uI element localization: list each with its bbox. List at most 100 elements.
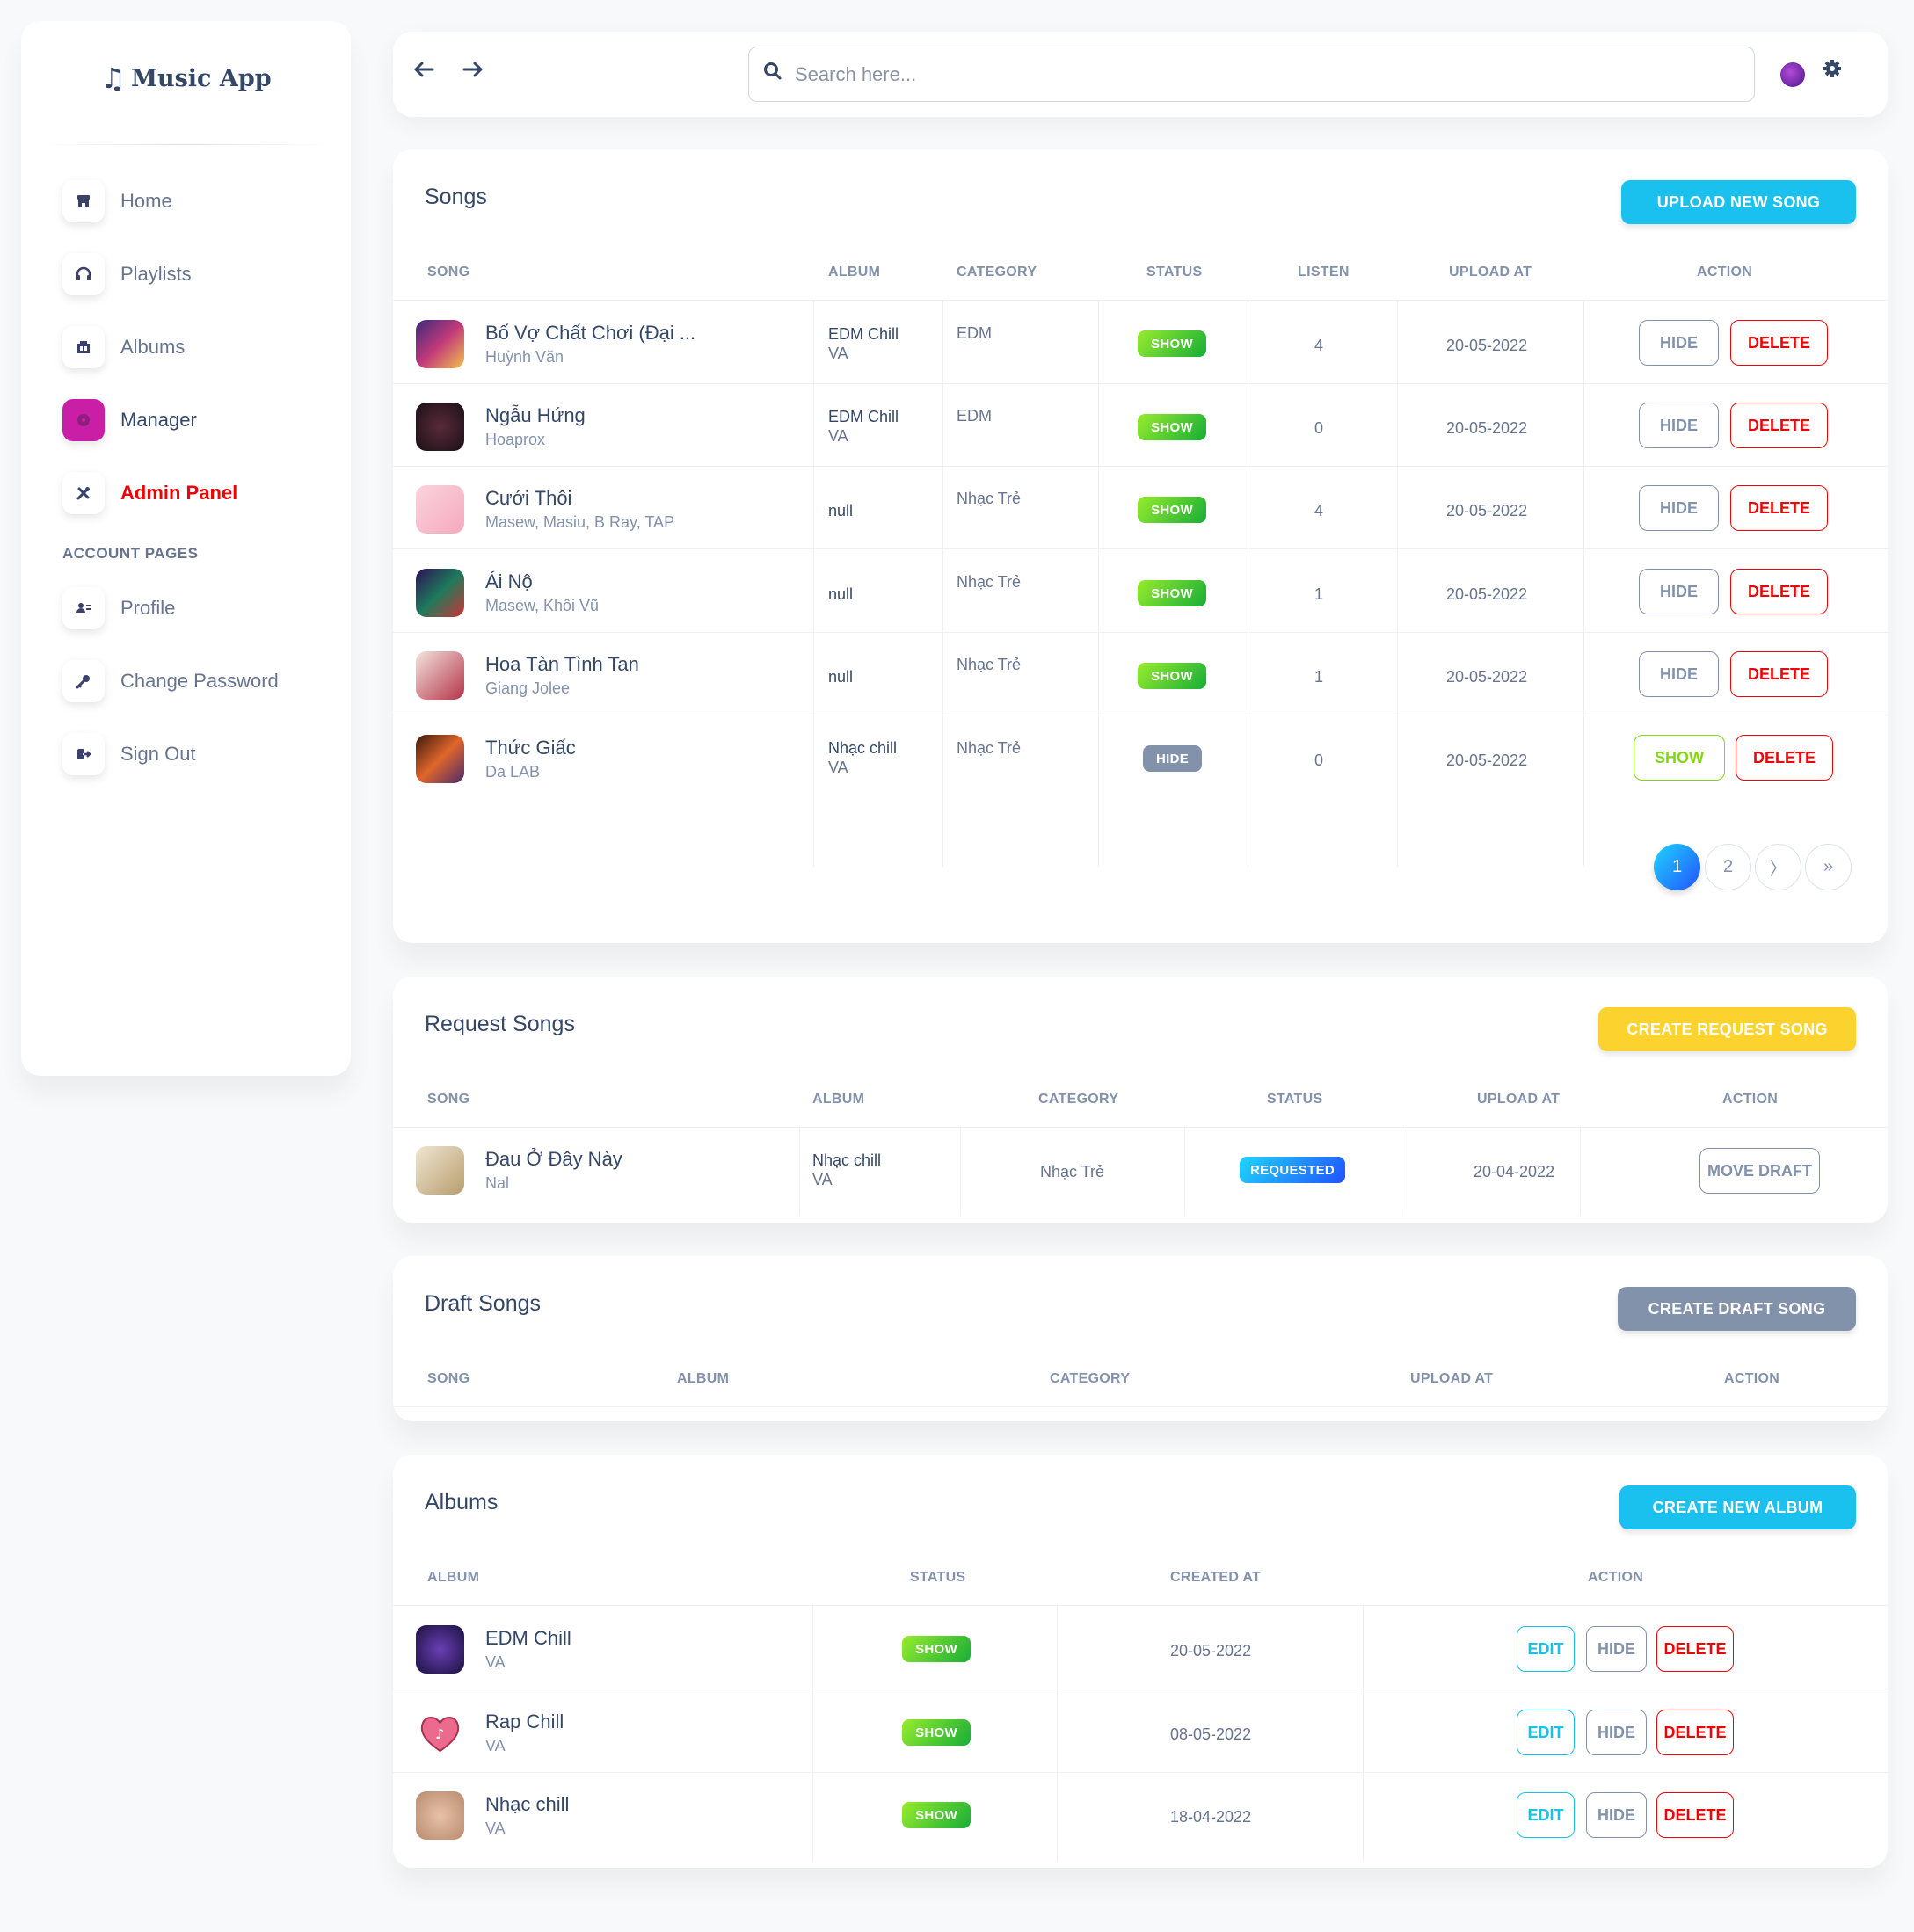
delete-button[interactable]: DELETE (1656, 1792, 1734, 1838)
column-header: SONG (427, 1371, 470, 1386)
delete-button[interactable]: DELETE (1656, 1626, 1734, 1672)
sidebar-item-playlists[interactable]: Playlists (21, 237, 351, 310)
hide-button[interactable]: HIDE (1586, 1710, 1647, 1755)
hide-button[interactable]: HIDE (1639, 485, 1719, 531)
album-icon (62, 325, 105, 368)
status-badge: SHOW (902, 1802, 971, 1828)
search-input[interactable] (795, 62, 1687, 86)
sidebar-item-label: Admin Panel (120, 481, 238, 504)
avatar[interactable] (1780, 62, 1805, 87)
column-header: UPLOAD AT (1449, 265, 1532, 280)
album-title[interactable]: Rap Chill (485, 1710, 564, 1733)
upload-date: 20-05-2022 (1446, 419, 1528, 437)
album-name: EDM Chill (828, 325, 899, 343)
show-button[interactable]: SHOW (1634, 735, 1725, 781)
column-separator (799, 1128, 800, 1216)
column-header: LISTEN (1298, 265, 1350, 280)
headphones-icon (62, 252, 105, 295)
song-title[interactable]: Cưới Thôi (485, 487, 571, 510)
hide-button[interactable]: HIDE (1639, 569, 1719, 614)
album-artist: VA (485, 1653, 506, 1671)
delete-button[interactable]: DELETE (1656, 1710, 1734, 1755)
album-name: null (828, 502, 854, 519)
song-title[interactable]: Đau Ở Đây Này (485, 1148, 622, 1171)
delete-button[interactable]: DELETE (1736, 735, 1833, 781)
topbar (393, 32, 1888, 117)
profile-icon (62, 586, 105, 629)
key-icon (62, 659, 105, 702)
sidebar-item-manager[interactable]: Manager (21, 383, 351, 456)
album-cover (416, 1791, 464, 1840)
listen-count: 0 (1314, 419, 1324, 437)
sidebar-item-admin-panel[interactable]: Admin Panel (21, 456, 351, 529)
song-title[interactable]: Hoa Tàn Tình Tan (485, 653, 639, 676)
delete-button[interactable]: DELETE (1730, 320, 1828, 366)
status-badge: SHOW (1138, 414, 1206, 440)
column-separator (1580, 1128, 1581, 1216)
shop-icon (62, 179, 105, 222)
sidebar-item-home[interactable]: Home (21, 164, 351, 237)
song-title[interactable]: Thức Giấc (485, 737, 576, 759)
album-title[interactable]: EDM Chill (485, 1627, 571, 1650)
hide-button[interactable]: HIDE (1639, 320, 1719, 366)
album-artist: VA (812, 1171, 833, 1188)
album-name: null (828, 668, 854, 686)
move-draft-button[interactable]: MOVE DRAFT (1699, 1148, 1820, 1194)
edit-button[interactable]: EDIT (1517, 1792, 1575, 1838)
album-title[interactable]: Nhạc chill (485, 1793, 569, 1816)
upload-date: 20-05-2022 (1446, 752, 1528, 769)
hide-button[interactable]: HIDE (1586, 1626, 1647, 1672)
page-2-button[interactable]: 2 (1705, 844, 1751, 890)
edit-button[interactable]: EDIT (1517, 1710, 1575, 1755)
column-header: CATEGORY (1038, 1092, 1119, 1107)
column-header: ALBUM (427, 1570, 480, 1585)
song-title[interactable]: Ái Nộ (485, 570, 533, 593)
create-request-song-button[interactable]: CREATE REQUEST SONG (1598, 1007, 1856, 1051)
song-title[interactable]: Ngẫu Hứng (485, 404, 586, 427)
last-page-button[interactable]: » (1805, 844, 1852, 890)
upload-new-song-button[interactable]: UPLOAD NEW SONG (1621, 180, 1856, 224)
category: EDM (957, 407, 992, 425)
column-header: CREATED AT (1170, 1570, 1262, 1585)
search-box[interactable] (748, 47, 1755, 102)
delete-button[interactable]: DELETE (1730, 651, 1828, 697)
delete-button[interactable]: DELETE (1730, 569, 1828, 614)
sidebar-item-profile[interactable]: Profile (21, 571, 351, 644)
page-1-button[interactable]: 1 (1654, 844, 1700, 890)
upload-date: 20-05-2022 (1446, 502, 1528, 519)
brand[interactable]: ♫ Music App (21, 21, 351, 135)
delete-button[interactable]: DELETE (1730, 485, 1828, 531)
sidebar-item-label: Manager (120, 408, 197, 431)
hide-button[interactable]: HIDE (1639, 651, 1719, 697)
category: Nhạc Trẻ (957, 656, 1022, 673)
song-artist: Giang Jolee (485, 679, 571, 697)
svg-text:♪: ♪ (435, 1725, 444, 1742)
status-badge: REQUESTED (1240, 1157, 1345, 1183)
hide-button[interactable]: HIDE (1639, 403, 1719, 448)
create-new-album-button[interactable]: CREATE NEW ALBUM (1619, 1485, 1856, 1529)
song-cover (416, 651, 464, 700)
edit-button[interactable]: EDIT (1517, 1626, 1575, 1672)
listen-count: 4 (1314, 502, 1324, 519)
hide-button[interactable]: HIDE (1586, 1792, 1647, 1838)
album-artist: VA (485, 1819, 506, 1837)
category: Nhạc Trẻ (957, 490, 1022, 507)
table-divider (393, 632, 1888, 633)
delete-button[interactable]: DELETE (1730, 403, 1828, 448)
forward-arrow-icon[interactable] (460, 56, 486, 90)
listen-count: 4 (1314, 337, 1324, 354)
column-separator (813, 301, 814, 867)
upload-date: 20-04-2022 (1474, 1163, 1555, 1180)
sidebar-item-change-password[interactable]: Change Password (21, 644, 351, 717)
status-badge: SHOW (902, 1719, 971, 1746)
song-title[interactable]: Bố Vợ Chất Chơi (Đại ... (485, 322, 695, 345)
next-page-button[interactable]: 〉 (1755, 844, 1801, 890)
category: Nhạc Trẻ (1040, 1163, 1105, 1180)
create-draft-song-button[interactable]: CREATE DRAFT SONG (1618, 1287, 1856, 1331)
sidebar-item-sign-out[interactable]: Sign Out (21, 717, 351, 790)
gear-icon[interactable] (1822, 58, 1843, 85)
column-header: STATUS (1146, 265, 1203, 280)
column-header: UPLOAD AT (1410, 1371, 1494, 1386)
sidebar-item-albums[interactable]: Albums (21, 310, 351, 383)
back-arrow-icon[interactable] (411, 56, 437, 90)
